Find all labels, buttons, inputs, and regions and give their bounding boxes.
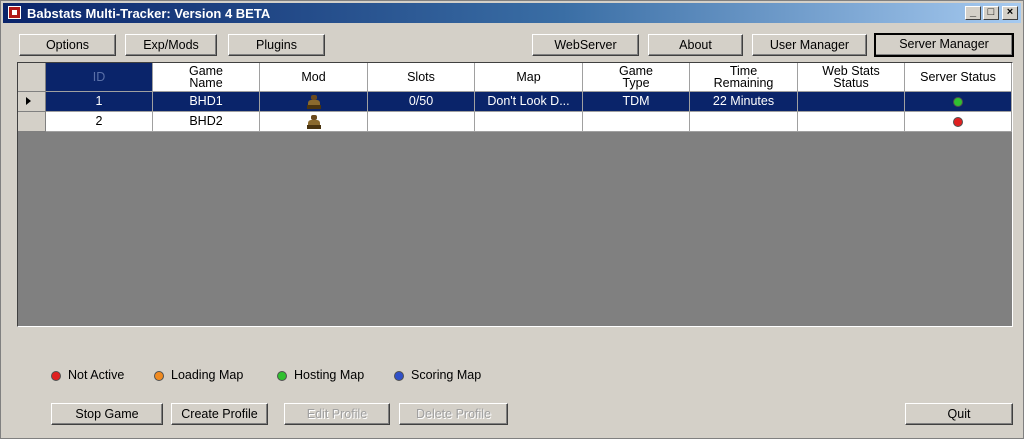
cell-mod[interactable]	[260, 92, 368, 112]
legend-loading-map: Loading Map	[154, 368, 243, 384]
user-manager-button[interactable]: User Manager	[752, 34, 867, 56]
cell-web-stats-status[interactable]	[798, 112, 905, 132]
create-profile-button[interactable]: Create Profile	[171, 403, 268, 425]
close-button[interactable]: ×	[1002, 6, 1018, 20]
cell-map[interactable]	[475, 112, 583, 132]
plugins-button[interactable]: Plugins	[228, 34, 325, 56]
cell-slots[interactable]: 0/50	[368, 92, 475, 112]
header-map[interactable]: Map	[475, 63, 583, 92]
quit-button[interactable]: Quit	[905, 403, 1013, 425]
green-status-icon	[277, 370, 287, 381]
soldier-icon	[306, 114, 322, 129]
header-slots[interactable]: Slots	[368, 63, 475, 92]
header-server-status[interactable]: Server Status	[905, 63, 1012, 92]
cell-map[interactable]: Don't Look D...	[475, 92, 583, 112]
legend-hosting-map: Hosting Map	[277, 368, 364, 384]
blue-status-icon	[394, 370, 404, 381]
header-game-type[interactable]: Game Type	[583, 63, 690, 92]
hosting-status-icon	[953, 96, 963, 107]
stop-game-button[interactable]: Stop Game	[51, 403, 163, 425]
cell-game-type[interactable]: TDM	[583, 92, 690, 112]
cell-id[interactable]: 1	[46, 92, 153, 112]
cell-game-name[interactable]: BHD2	[153, 112, 260, 132]
title-bar[interactable]: Babstats Multi-Tracker: Version 4 BETA _…	[3, 3, 1021, 23]
app-icon[interactable]	[8, 6, 21, 19]
row-selector[interactable]	[18, 112, 46, 132]
legend-not-active: Not Active	[51, 368, 124, 384]
minimize-button[interactable]: _	[965, 6, 981, 20]
cell-mod[interactable]	[260, 112, 368, 132]
table-row[interactable]: 1 BHD1 0/50 Don't Look D... TDM 22 Minut…	[18, 92, 1012, 112]
orange-status-icon	[154, 370, 164, 381]
header-corner	[18, 63, 46, 92]
header-id[interactable]: ID	[46, 63, 153, 92]
soldier-icon	[306, 94, 322, 109]
not-active-status-icon	[953, 116, 963, 127]
header-web-stats-status[interactable]: Web Stats Status	[798, 63, 905, 92]
cell-id[interactable]: 2	[46, 112, 153, 132]
options-button[interactable]: Options	[19, 34, 116, 56]
cell-web-stats-status[interactable]	[798, 92, 905, 112]
row-selector[interactable]	[18, 92, 46, 112]
webserver-button[interactable]: WebServer	[532, 34, 639, 56]
current-row-pointer-icon	[26, 97, 31, 105]
cell-server-status[interactable]	[905, 112, 1012, 132]
table-row[interactable]: 2 BHD2	[18, 112, 1012, 132]
cell-server-status[interactable]	[905, 92, 1012, 112]
edit-profile-button: Edit Profile	[284, 403, 390, 425]
grid-header: ID Game Name Mod Slots Map Game Type Tim…	[18, 63, 1012, 92]
maximize-button[interactable]: □	[983, 6, 999, 20]
cell-time-remaining[interactable]	[690, 112, 798, 132]
window-title: Babstats Multi-Tracker: Version 4 BETA	[27, 6, 271, 21]
red-status-icon	[51, 370, 61, 381]
cell-slots[interactable]	[368, 112, 475, 132]
header-game-name[interactable]: Game Name	[153, 63, 260, 92]
cell-game-name[interactable]: BHD1	[153, 92, 260, 112]
header-mod[interactable]: Mod	[260, 63, 368, 92]
header-time-remaining[interactable]: Time Remaining	[690, 63, 798, 92]
delete-profile-button: Delete Profile	[399, 403, 508, 425]
about-button[interactable]: About	[648, 34, 743, 56]
cell-game-type[interactable]	[583, 112, 690, 132]
cell-time-remaining[interactable]: 22 Minutes	[690, 92, 798, 112]
exp-mods-button[interactable]: Exp/Mods	[125, 34, 217, 56]
main-window: Babstats Multi-Tracker: Version 4 BETA _…	[0, 0, 1024, 439]
server-manager-button[interactable]: Server Manager	[874, 33, 1014, 57]
servers-grid[interactable]: ID Game Name Mod Slots Map Game Type Tim…	[17, 62, 1013, 327]
legend-scoring-map: Scoring Map	[394, 368, 481, 384]
